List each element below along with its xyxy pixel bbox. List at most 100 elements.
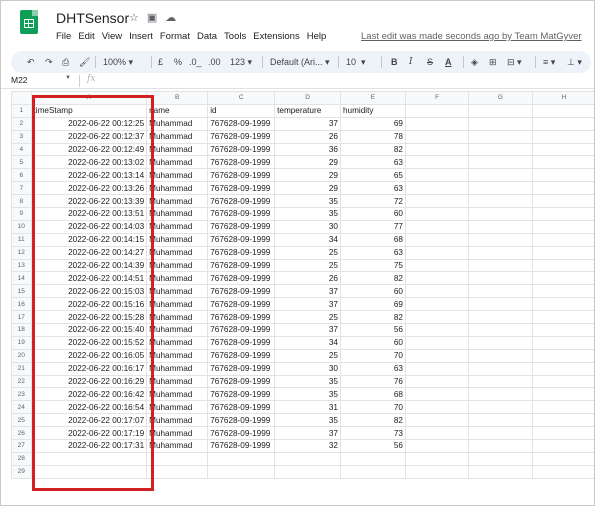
- table-cell[interactable]: 2022-06-22 00:15:28: [30, 310, 148, 325]
- star-icon[interactable]: ☆: [129, 11, 139, 24]
- merge-cells-icon[interactable]: ⊟ ▾: [507, 54, 522, 70]
- table-cell[interactable]: Muhammad: [146, 142, 209, 157]
- table-cell[interactable]: name: [146, 103, 209, 118]
- row-header[interactable]: 4: [11, 142, 32, 157]
- table-cell[interactable]: 30: [274, 219, 341, 234]
- table-cell[interactable]: [468, 129, 533, 144]
- table-cell[interactable]: 73: [339, 426, 406, 441]
- table-cell[interactable]: 37: [274, 297, 341, 312]
- table-cell[interactable]: 35: [274, 194, 341, 209]
- table-cell[interactable]: 63: [339, 181, 406, 196]
- table-cell[interactable]: [404, 232, 470, 247]
- table-cell[interactable]: [468, 168, 533, 183]
- table-cell[interactable]: 767628-09-1999: [207, 207, 276, 221]
- table-cell[interactable]: [404, 348, 470, 363]
- table-cell[interactable]: 2022-06-22 00:13:51: [30, 207, 148, 221]
- zoom-select[interactable]: 100% ▾: [103, 54, 133, 70]
- italic-button[interactable]: I: [409, 54, 413, 70]
- table-cell[interactable]: [207, 464, 276, 479]
- table-cell[interactable]: 82: [339, 271, 406, 286]
- table-cell[interactable]: [531, 258, 594, 273]
- table-cell[interactable]: Muhammad: [146, 361, 209, 376]
- table-cell[interactable]: [404, 361, 470, 376]
- table-cell[interactable]: 63: [339, 155, 406, 170]
- table-cell[interactable]: 2022-06-22 00:16:17: [30, 361, 148, 376]
- table-cell[interactable]: 2022-06-22 00:14:39: [30, 258, 148, 273]
- document-title[interactable]: DHTSensor: [56, 10, 129, 26]
- table-cell[interactable]: 60: [339, 335, 406, 350]
- table-cell[interactable]: [531, 168, 594, 183]
- borders-icon[interactable]: ⊞: [489, 54, 497, 70]
- table-cell[interactable]: [404, 374, 470, 389]
- table-cell[interactable]: 767628-09-1999: [207, 361, 276, 376]
- table-cell[interactable]: 2022-06-22 00:16:05: [30, 348, 148, 363]
- table-cell[interactable]: [404, 129, 470, 144]
- row-header[interactable]: 13: [11, 258, 32, 273]
- cloud-status-icon[interactable]: ☁: [165, 11, 176, 24]
- table-cell[interactable]: [531, 284, 594, 299]
- row-header[interactable]: 8: [11, 194, 32, 209]
- table-cell[interactable]: 76: [339, 374, 406, 389]
- table-cell[interactable]: 75: [339, 258, 406, 273]
- table-cell[interactable]: 767628-09-1999: [207, 168, 276, 183]
- table-cell[interactable]: 34: [274, 232, 341, 247]
- undo-icon[interactable]: ↶: [27, 54, 35, 70]
- table-cell[interactable]: [30, 464, 148, 479]
- table-cell[interactable]: Muhammad: [146, 323, 209, 337]
- table-cell[interactable]: 2022-06-22 00:14:15: [30, 232, 148, 247]
- menu-data[interactable]: Data: [197, 31, 217, 42]
- format-currency-button[interactable]: £: [158, 54, 163, 70]
- row-header[interactable]: 22: [11, 374, 32, 389]
- column-header[interactable]: C: [207, 91, 276, 105]
- menu-extensions[interactable]: Extensions: [253, 31, 299, 42]
- table-cell[interactable]: [404, 464, 470, 479]
- table-cell[interactable]: [468, 310, 533, 325]
- table-cell[interactable]: 68: [339, 387, 406, 402]
- row-header[interactable]: 17: [11, 310, 32, 325]
- row-header[interactable]: 10: [11, 219, 32, 234]
- table-cell[interactable]: [468, 400, 533, 415]
- table-cell[interactable]: [531, 103, 594, 118]
- table-cell[interactable]: 68: [339, 232, 406, 247]
- table-cell[interactable]: [339, 451, 406, 466]
- table-cell[interactable]: 2022-06-22 00:14:51: [30, 271, 148, 286]
- table-cell[interactable]: [531, 129, 594, 144]
- more-formats-select[interactable]: 123 ▾: [230, 54, 252, 70]
- table-cell[interactable]: Muhammad: [146, 348, 209, 363]
- table-cell[interactable]: 25: [274, 258, 341, 273]
- menu-tools[interactable]: Tools: [224, 31, 246, 42]
- table-cell[interactable]: [404, 323, 470, 337]
- table-cell[interactable]: Muhammad: [146, 207, 209, 221]
- table-cell[interactable]: 2022-06-22 00:15:16: [30, 297, 148, 312]
- last-edit-link[interactable]: Last edit was made seconds ago by Team M…: [361, 31, 582, 42]
- table-cell[interactable]: [404, 258, 470, 273]
- row-header[interactable]: 15: [11, 284, 32, 299]
- table-cell[interactable]: 35: [274, 207, 341, 221]
- table-cell[interactable]: Muhammad: [146, 181, 209, 196]
- table-cell[interactable]: Muhammad: [146, 168, 209, 183]
- table-cell[interactable]: [531, 451, 594, 466]
- table-cell[interactable]: [404, 310, 470, 325]
- table-cell[interactable]: 35: [274, 387, 341, 402]
- table-cell[interactable]: 2022-06-22 00:13:02: [30, 155, 148, 170]
- table-cell[interactable]: 767628-09-1999: [207, 348, 276, 363]
- table-cell[interactable]: 2022-06-22 00:17:31: [30, 439, 148, 453]
- table-cell[interactable]: 29: [274, 155, 341, 170]
- table-cell[interactable]: [404, 181, 470, 196]
- table-cell[interactable]: [404, 103, 470, 118]
- table-cell[interactable]: Muhammad: [146, 413, 209, 428]
- table-cell[interactable]: 2022-06-22 00:15:40: [30, 323, 148, 337]
- table-cell[interactable]: 767628-09-1999: [207, 271, 276, 286]
- row-header[interactable]: 20: [11, 348, 32, 363]
- table-cell[interactable]: [404, 451, 470, 466]
- column-header[interactable]: H: [531, 91, 594, 105]
- row-header[interactable]: 2: [11, 116, 32, 131]
- decrease-decimal-button[interactable]: .0_: [189, 54, 202, 70]
- table-cell[interactable]: Muhammad: [146, 439, 209, 453]
- table-cell[interactable]: 767628-09-1999: [207, 232, 276, 247]
- table-cell[interactable]: 767628-09-1999: [207, 245, 276, 260]
- table-cell[interactable]: 25: [274, 348, 341, 363]
- bold-button[interactable]: B: [391, 54, 398, 70]
- table-cell[interactable]: Muhammad: [146, 232, 209, 247]
- table-cell[interactable]: [531, 181, 594, 196]
